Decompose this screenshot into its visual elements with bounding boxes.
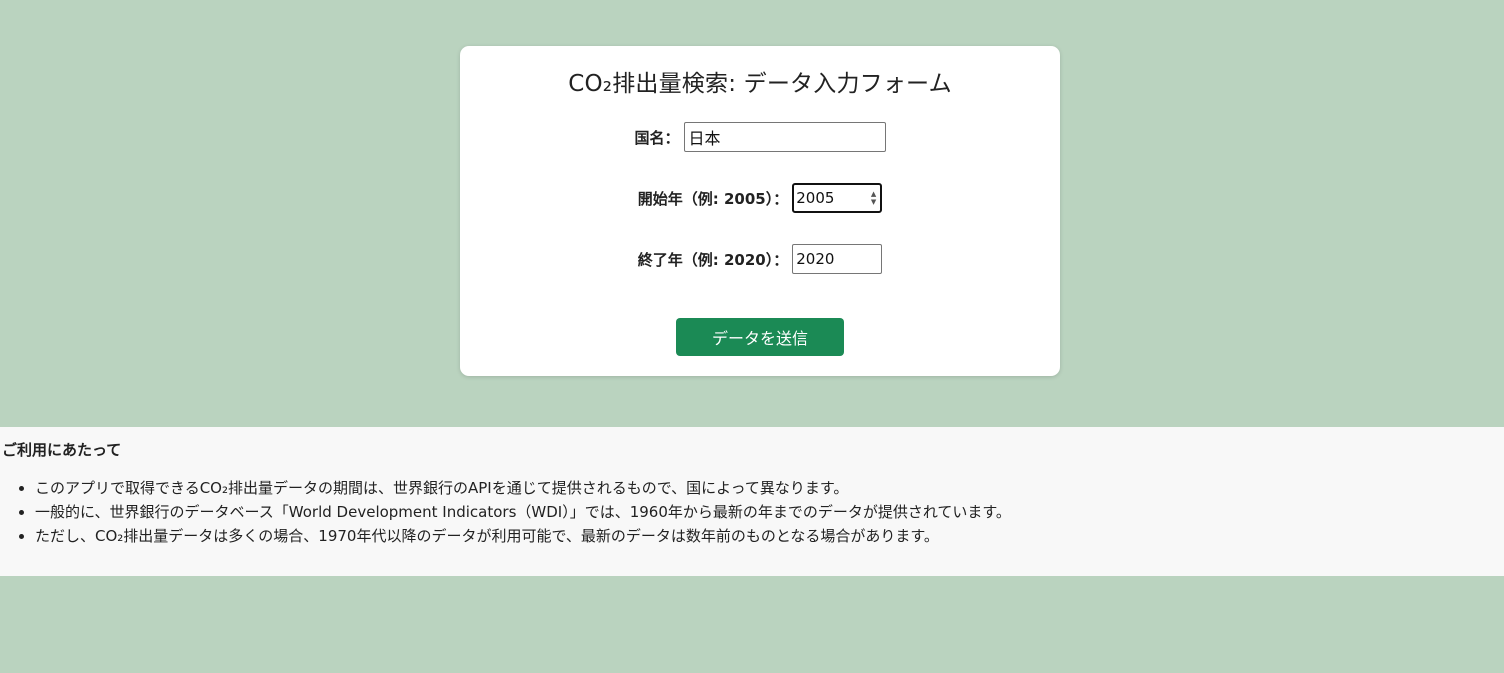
country-input[interactable] [683, 122, 886, 152]
country-label: 国名： [634, 128, 680, 147]
start-year-spinner[interactable]: ▲ ▼ [871, 190, 876, 206]
start-year-label: 開始年（例: 2005）： [637, 189, 789, 208]
submit-button[interactable]: データを送信 [676, 318, 844, 356]
notice-title: ご利用にあたって [2, 441, 122, 459]
start-year-input[interactable]: 2005 ▲ ▼ [792, 183, 883, 213]
spinner-up-icon[interactable]: ▲ [871, 190, 876, 198]
end-year-label: 終了年（例: 2020）： [637, 250, 789, 269]
end-year-row: 終了年（例: 2020）： 2020 [460, 244, 1060, 274]
notice-list: このアプリで取得できるCO₂排出量データの期間は、世界銀行のAPIを通じて提供さ… [0, 479, 1011, 551]
start-year-value: 2005 [796, 189, 835, 207]
list-item: このアプリで取得できるCO₂排出量データの期間は、世界銀行のAPIを通じて提供さ… [35, 479, 1011, 503]
country-row: 国名： [460, 122, 1060, 152]
notice-section: ご利用にあたって このアプリで取得できるCO₂排出量データの期間は、世界銀行のA… [0, 427, 1504, 576]
form-card: CO₂排出量検索: データ入力フォーム 国名： 開始年（例: 2005）： 20… [460, 46, 1060, 376]
end-year-value: 2020 [796, 250, 835, 268]
page-title: CO₂排出量検索: データ入力フォーム [568, 71, 952, 97]
start-year-row: 開始年（例: 2005）： 2005 ▲ ▼ [460, 183, 1060, 213]
list-item: ただし、CO₂排出量データは多くの場合、1970年代以降のデータが利用可能で、最… [35, 527, 1011, 551]
list-item: 一般的に、世界銀行のデータベース「World Development Indic… [35, 503, 1011, 527]
spinner-down-icon[interactable]: ▼ [871, 198, 876, 206]
end-year-input[interactable]: 2020 [792, 244, 883, 274]
